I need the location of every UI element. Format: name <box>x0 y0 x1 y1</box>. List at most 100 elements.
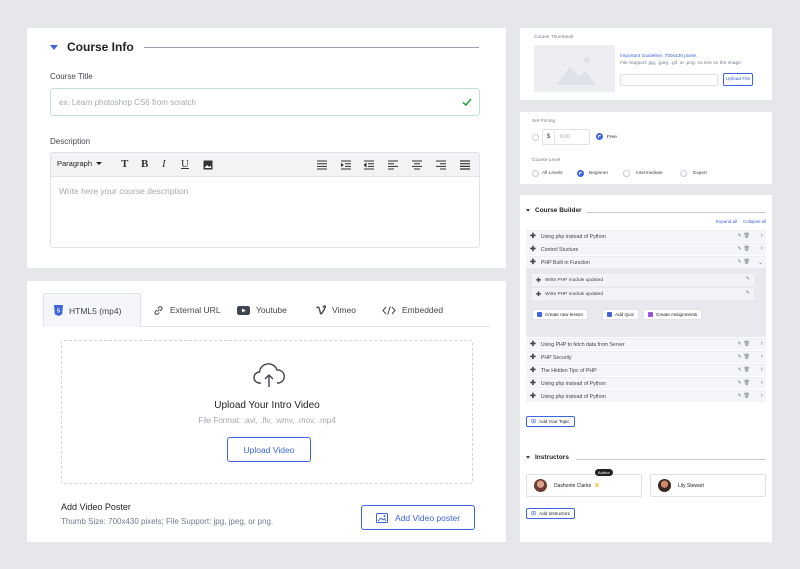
topic-row[interactable]: ✚ PHP Security ✎🗑 › <box>526 351 766 363</box>
drag-plus-icon: ✚ <box>530 380 536 387</box>
create-assignments-button[interactable]: Create Assignments <box>643 309 703 320</box>
instructor-card[interactable]: Lily Stewart <box>650 474 766 497</box>
tab-html5[interactable]: 5 HTML5 (mp4) <box>43 293 141 327</box>
chevron-right-icon[interactable]: › <box>761 353 763 360</box>
topic-row[interactable]: ✚ The Hidden Tipc of PHP ✎🗑 › <box>526 364 766 376</box>
italic-button[interactable]: I <box>162 158 166 170</box>
edit-delete-icons[interactable]: ✎🗑 <box>737 246 752 252</box>
topic-row[interactable]: ✚ Control Stucture ✎🗑 › <box>526 243 766 255</box>
free-radio[interactable] <box>596 133 603 140</box>
expand-all-link[interactable]: Expand all <box>716 219 737 224</box>
align-center-icon[interactable] <box>412 160 422 170</box>
topic-row[interactable]: ✚ Using php instead of Python ✎🗑 › <box>526 377 766 389</box>
caret-down-icon <box>526 209 530 212</box>
chevron-right-icon[interactable]: › <box>761 340 763 347</box>
paragraph-select[interactable]: Paragraph <box>57 159 103 168</box>
course-info-header[interactable]: Course Info <box>50 40 134 54</box>
image-icon <box>375 512 388 523</box>
upload-file-button[interactable]: Upload File <box>723 73 753 86</box>
thumbnail-file-input[interactable] <box>620 74 718 86</box>
collapse-all-link[interactable]: Collapse all <box>743 219 766 224</box>
chevron-right-icon[interactable]: › <box>761 379 763 386</box>
edit-delete-icons[interactable]: ✎🗑 <box>737 393 752 399</box>
thumbnail-placeholder[interactable] <box>534 45 615 92</box>
bold-button[interactable]: B <box>141 158 148 170</box>
instructors-header[interactable]: Instructors <box>526 454 569 461</box>
create-lesson-button[interactable]: Create new lesson <box>532 309 589 320</box>
topic-row[interactable]: ✚ Using php instead of Python ✎🗑 › <box>526 230 766 242</box>
tab-youtube[interactable]: Youtube <box>237 293 287 327</box>
drag-plus-icon: ✚ <box>530 354 536 361</box>
drag-plus-icon: ✚ <box>536 291 542 298</box>
builder-title: Course Builder <box>535 207 582 214</box>
image-placeholder-icon <box>556 57 596 85</box>
align-left-icon[interactable] <box>388 160 398 170</box>
chevron-right-icon[interactable]: › <box>761 245 763 252</box>
add-quiz-button[interactable]: Add Quiz <box>602 309 639 320</box>
topic-row[interactable]: ✚ Using PHP to fetch data from Server ✎🗑… <box>526 338 766 350</box>
level-label: Beginner <box>589 171 609 176</box>
level-radio-beginner[interactable] <box>577 170 584 177</box>
level-label: Intermediate <box>636 171 663 176</box>
edit-icon[interactable]: ✎ <box>746 276 750 282</box>
chevron-down-icon <box>96 162 103 165</box>
edit-delete-icons[interactable]: ✎🗑 <box>737 341 752 347</box>
edit-delete-icons[interactable]: ✎🗑 <box>737 259 752 265</box>
indent-icon[interactable] <box>341 160 351 170</box>
add-instructors-button[interactable]: ⊞ Add Instructors <box>526 508 575 519</box>
edit-icon[interactable]: ✎ <box>746 290 750 296</box>
button-label: Create Assignments <box>656 312 698 317</box>
paid-radio[interactable] <box>532 134 539 141</box>
edit-delete-icons[interactable]: ✎🗑 <box>737 354 752 360</box>
edit-delete-icons[interactable]: ✎🗑 <box>737 367 752 373</box>
underline-button[interactable]: U <box>181 158 189 170</box>
chevron-right-icon[interactable]: › <box>761 232 763 239</box>
lesson-row[interactable]: ✚ Write PHP module updated ✎ <box>532 274 754 286</box>
poster-title: Add Video Poster <box>61 502 131 512</box>
edit-delete-icons[interactable]: ✎🗑 <box>737 233 752 239</box>
text-size-button[interactable]: T <box>121 158 128 170</box>
level-radio-intermediate[interactable] <box>623 170 630 177</box>
course-title-input[interactable]: ex. Learn photoshop CS6 from scratch <box>50 88 480 116</box>
description-editor[interactable]: Paragraph T B I U Write here your course… <box>50 152 480 248</box>
tab-label: HTML5 (mp4) <box>69 305 122 316</box>
align-right-icon[interactable] <box>436 160 446 170</box>
drag-plus-icon: ✚ <box>530 259 536 266</box>
youtube-icon <box>237 305 250 315</box>
price-input[interactable]: $ 0.00 <box>542 129 590 145</box>
level-radio-all[interactable] <box>532 170 539 177</box>
button-label: Create new lesson <box>545 312 584 317</box>
chevron-right-icon[interactable]: › <box>761 366 763 373</box>
image-icon[interactable] <box>203 160 213 170</box>
instructor-card[interactable]: Dashonte Clarke ♛ Author <box>526 469 642 497</box>
avatar <box>658 479 671 492</box>
topic-row-expanded[interactable]: ✚ PHP Built in Function ✎🗑 ⌄ <box>526 256 766 268</box>
link-icon <box>154 305 163 315</box>
video-dropzone[interactable]: Upload Your Intro Video File Format: .av… <box>61 340 473 484</box>
cloud-upload-icon <box>253 363 285 387</box>
align-justify-icon[interactable] <box>317 160 327 170</box>
tab-external-url[interactable]: External URL <box>153 293 221 327</box>
tab-vimeo[interactable]: Vimeo <box>316 293 356 327</box>
button-label: Add Your Topic <box>539 419 570 424</box>
add-video-poster-button[interactable]: Add Video poster <box>361 505 475 530</box>
level-radio-expert[interactable] <box>680 170 687 177</box>
add-topic-button[interactable]: ⊞ Add Your Topic <box>526 416 575 427</box>
chevron-right-icon[interactable]: › <box>761 392 763 399</box>
align-full-icon[interactable] <box>460 160 470 170</box>
avatar <box>534 479 547 492</box>
upload-video-button[interactable]: Upload Video <box>227 437 311 462</box>
level-label: Expert <box>693 171 707 176</box>
topic-row[interactable]: ✚ Using php instead of Python ✎🗑 › <box>526 390 766 402</box>
builder-header[interactable]: Course Builder <box>526 207 582 214</box>
thumbnail-card: Course Thumbnail Important Guideline: 70… <box>520 28 772 100</box>
outdent-icon[interactable] <box>364 160 374 170</box>
tab-embedded[interactable]: Embedded <box>382 293 443 327</box>
chevron-down-icon[interactable]: ⌄ <box>758 259 763 266</box>
lesson-row[interactable]: ✚ Write PHP module updated ✎ <box>532 288 754 300</box>
topic-content: ✚ Write PHP module updated ✎ ✚ Write PHP… <box>526 268 766 337</box>
edit-delete-icons[interactable]: ✎🗑 <box>737 380 752 386</box>
topic-title: PHP Security <box>540 354 572 361</box>
drag-plus-icon: ✚ <box>530 233 536 240</box>
pricing-label: Set Pricing <box>532 119 556 124</box>
